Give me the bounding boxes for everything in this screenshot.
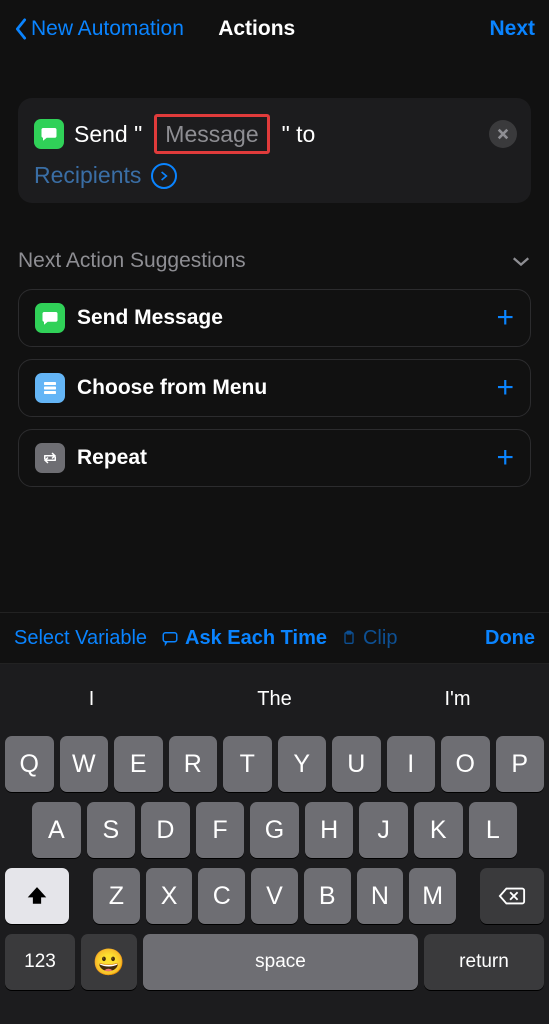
key-row-1: Q W E R T Y U I O P (0, 736, 549, 792)
nav-title: Actions (24, 17, 490, 41)
space-key[interactable]: space (143, 934, 418, 990)
key-w[interactable]: W (60, 736, 109, 792)
key-l[interactable]: L (469, 802, 518, 858)
key-row-3: Z X C V B N M (0, 868, 549, 924)
key-g[interactable]: G (250, 802, 299, 858)
message-input[interactable]: Message (154, 114, 269, 154)
key-a[interactable]: A (32, 802, 81, 858)
key-n[interactable]: N (357, 868, 404, 924)
suggestion-choose-from-menu[interactable]: Choose from Menu + (18, 359, 531, 417)
action-suffix: " to (282, 121, 316, 148)
key-c[interactable]: C (198, 868, 245, 924)
variable-bar: Select Variable Ask Each Time Clip Done (0, 612, 549, 664)
key-v[interactable]: V (251, 868, 298, 924)
key-p[interactable]: P (496, 736, 545, 792)
menu-icon (35, 373, 65, 403)
clear-action-button[interactable] (489, 120, 517, 148)
key-y[interactable]: Y (278, 736, 327, 792)
add-icon: + (496, 373, 514, 403)
nav-bar: New Automation Actions Next (0, 0, 549, 58)
prediction[interactable]: The (183, 688, 366, 711)
key-m[interactable]: M (409, 868, 456, 924)
return-key[interactable]: return (424, 934, 544, 990)
prediction[interactable]: I (0, 688, 183, 711)
suggestion-label: Repeat (77, 446, 484, 470)
shift-icon (26, 885, 48, 907)
shift-key[interactable] (5, 868, 69, 924)
key-o[interactable]: O (441, 736, 490, 792)
clipboard-button[interactable]: Clip (341, 627, 397, 650)
key-f[interactable]: F (196, 802, 245, 858)
numbers-key[interactable]: 123 (5, 934, 75, 990)
shortcuts-actions-screen: New Automation Actions Next Send " Messa… (0, 0, 549, 1024)
suggestions-list: Send Message + Choose from Menu + Repeat… (18, 289, 531, 487)
messages-icon (35, 303, 65, 333)
suggestion-send-message[interactable]: Send Message + (18, 289, 531, 347)
key-q[interactable]: Q (5, 736, 54, 792)
repeat-icon (35, 443, 65, 473)
message-icon (161, 629, 179, 647)
backspace-icon (498, 885, 526, 907)
suggestion-repeat[interactable]: Repeat + (18, 429, 531, 487)
select-variable-button[interactable]: Select Variable (14, 627, 147, 650)
keyboard: I The I'm Q W E R T Y U I O P A S D F G … (0, 664, 549, 1024)
add-icon: + (496, 303, 514, 333)
keyboard-done-button[interactable]: Done (485, 627, 535, 650)
ask-each-time-button[interactable]: Ask Each Time (161, 627, 327, 650)
add-icon: + (496, 443, 514, 473)
key-u[interactable]: U (332, 736, 381, 792)
messages-icon (34, 119, 64, 149)
suggestions-header-label: Next Action Suggestions (18, 249, 246, 273)
key-t[interactable]: T (223, 736, 272, 792)
key-x[interactable]: X (146, 868, 193, 924)
key-h[interactable]: H (305, 802, 354, 858)
key-s[interactable]: S (87, 802, 136, 858)
clipboard-icon (341, 629, 357, 647)
key-k[interactable]: K (414, 802, 463, 858)
key-b[interactable]: B (304, 868, 351, 924)
close-icon (497, 128, 509, 140)
prediction-row: I The I'm (0, 672, 549, 726)
key-e[interactable]: E (114, 736, 163, 792)
key-z[interactable]: Z (93, 868, 140, 924)
chevron-down-icon (511, 254, 531, 268)
key-i[interactable]: I (387, 736, 436, 792)
key-r[interactable]: R (169, 736, 218, 792)
emoji-key[interactable]: 😀 (81, 934, 137, 990)
next-button[interactable]: Next (489, 17, 535, 41)
key-row-2: A S D F G H J K L (0, 802, 549, 858)
suggestion-label: Choose from Menu (77, 376, 484, 400)
send-message-action-card: Send " Message " to Recipients (18, 98, 531, 203)
delete-key[interactable] (480, 868, 544, 924)
suggestion-label: Send Message (77, 306, 484, 330)
key-row-4: 123 😀 space return (0, 934, 549, 990)
suggestions-header[interactable]: Next Action Suggestions (18, 249, 531, 273)
prediction[interactable]: I'm (366, 688, 549, 711)
recipients-field[interactable]: Recipients (34, 162, 141, 189)
action-prefix: Send " (74, 121, 142, 148)
key-j[interactable]: J (359, 802, 408, 858)
key-d[interactable]: D (141, 802, 190, 858)
expand-action-button[interactable] (151, 163, 177, 189)
